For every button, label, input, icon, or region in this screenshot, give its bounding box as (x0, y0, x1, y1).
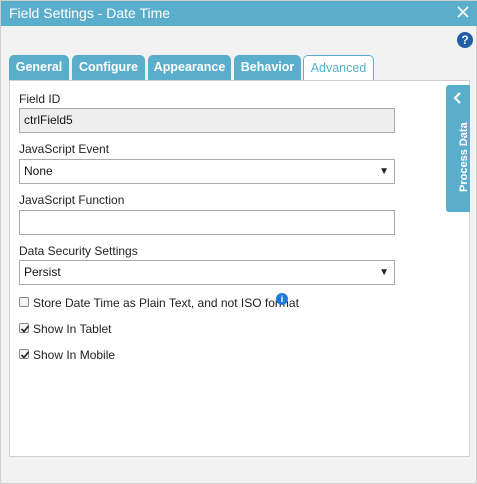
title-bar: Field Settings - Date Time (1, 1, 477, 26)
store-plain-text-label: Store Date Time as Plain Text, and not I… (33, 296, 299, 310)
show-in-tablet-row: Show In Tablet (19, 322, 139, 336)
javascript-function-input[interactable] (19, 210, 395, 235)
dialog-title: Field Settings - Date Time (9, 5, 171, 21)
javascript-event-label: JavaScript Event (19, 142, 110, 156)
javascript-event-value: None (24, 164, 53, 178)
show-in-tablet-checkbox[interactable] (19, 323, 30, 333)
field-id-label: Field ID (19, 92, 61, 106)
store-plain-text-row: Store Date Time as Plain Text, and not I… (19, 296, 299, 310)
store-plain-text-checkbox[interactable] (19, 297, 29, 307)
process-data-label: Process Data (458, 122, 470, 192)
checkmark-icon (20, 325, 30, 333)
show-in-tablet-label: Show In Tablet (33, 322, 112, 336)
tab-advanced[interactable]: Advanced (303, 55, 374, 82)
show-in-mobile-checkbox[interactable] (19, 349, 30, 359)
dropdown-arrow-icon: ▼ (379, 166, 389, 177)
tab-configure[interactable]: Configure (72, 55, 145, 81)
checkmark-icon (20, 351, 30, 359)
data-security-label: Data Security Settings (19, 244, 138, 258)
tab-general[interactable]: General (9, 55, 69, 81)
help-icon[interactable]: ? (457, 32, 473, 48)
javascript-event-select[interactable]: None ▼ (19, 159, 395, 184)
javascript-function-label: JavaScript Function (19, 193, 125, 207)
close-icon[interactable] (456, 5, 470, 19)
process-data-side-tab[interactable]: Process Data (446, 85, 470, 212)
field-settings-dialog: Field Settings - Date Time ? General Con… (0, 0, 477, 484)
data-security-select[interactable]: Persist ▼ (19, 260, 395, 285)
tab-appearance[interactable]: Appearance (148, 55, 231, 81)
info-icon[interactable]: i (276, 293, 288, 305)
field-id-input[interactable]: ctrlField5 (19, 108, 395, 133)
dropdown-arrow-icon: ▼ (379, 267, 389, 278)
tab-behavior[interactable]: Behavior (234, 55, 301, 81)
show-in-mobile-label: Show In Mobile (33, 348, 116, 362)
chevron-left-icon (453, 92, 463, 107)
data-security-value: Persist (24, 265, 61, 279)
show-in-mobile-row: Show In Mobile (19, 348, 139, 362)
